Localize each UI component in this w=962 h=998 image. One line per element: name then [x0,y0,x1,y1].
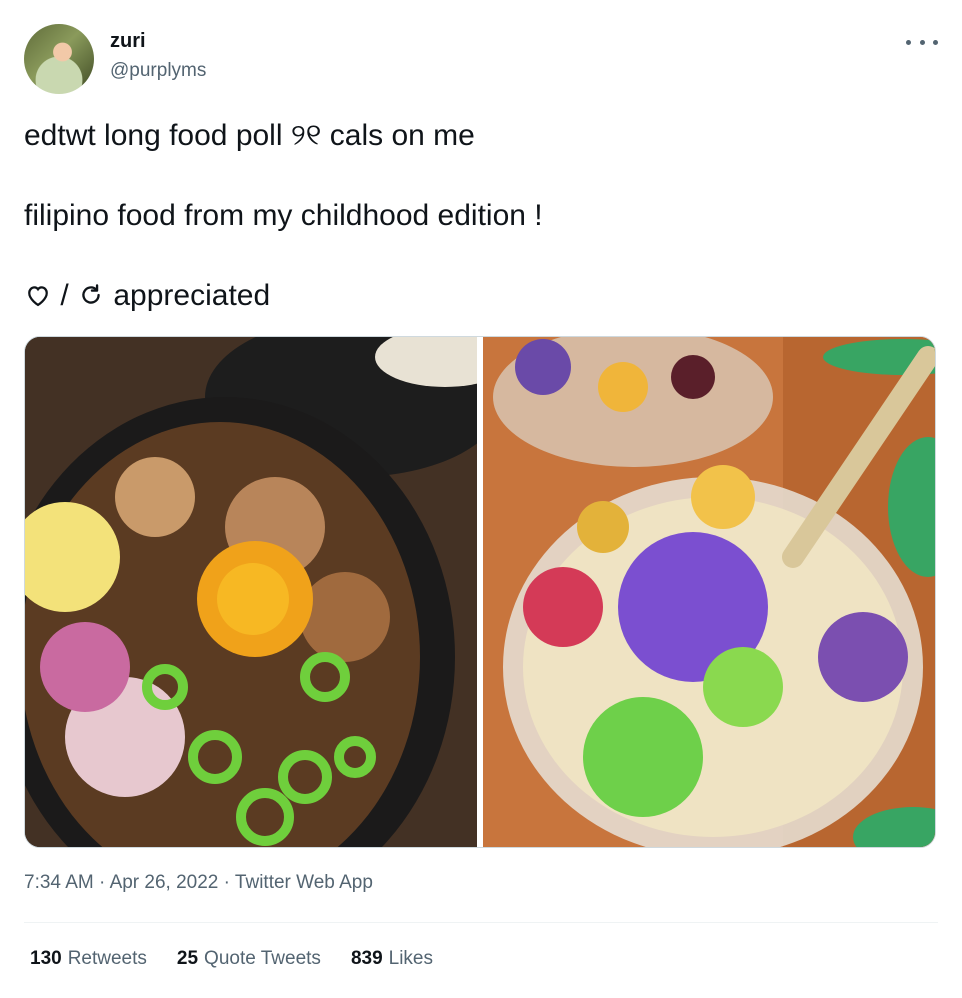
tweet-text-line-2: filipino food from my childhood edition … [24,199,543,232]
tweet-time[interactable]: 7:34 AM [24,872,94,893]
retweets-stat[interactable]: 130 Retweets [30,948,147,970]
retweets-count: 130 [30,948,62,969]
likes-stat[interactable]: 839 Likes [351,948,433,970]
tweet-date[interactable]: Apr 26, 2022 [110,872,219,893]
likes-count: 839 [350,948,383,969]
divider [24,922,938,923]
tweet-text-line-1: edtwt long food poll ୨୧ cals on me [24,119,475,152]
meta-separator: · [223,872,230,893]
likes-label: Likes [388,948,433,969]
quote-tweets-label: Quote Tweets [204,948,321,969]
photo-halo-halo[interactable] [483,337,935,847]
refresh-icon [82,284,100,304]
meta-separator: · [99,872,106,893]
more-options-icon[interactable] [906,30,938,54]
sisig-image [25,337,477,847]
halo-halo-image [483,337,935,847]
display-name[interactable]: zuri [110,30,146,53]
tweet-stats: 130 Retweets 25 Quote Tweets 839 Likes [30,948,433,970]
retweets-label: Retweets [67,948,147,969]
tweet-meta: 7:34 AM · Apr 26, 2022 · Twitter Web App [24,872,373,894]
user-handle[interactable]: @purplyms [110,60,206,82]
quote-tweets-count: 25 [176,948,199,969]
tweet-text-line-3: / appreciated [24,278,270,314]
tweet-source[interactable]: Twitter Web App [235,872,373,893]
heart-icon [28,286,48,307]
photo-sisig[interactable] [25,337,477,847]
quote-tweets-stat[interactable]: 25 Quote Tweets [177,948,321,970]
avatar[interactable] [24,24,94,94]
slash-text: / [60,279,69,312]
appreciated-text: appreciated [113,279,271,312]
media-grid [24,336,936,848]
